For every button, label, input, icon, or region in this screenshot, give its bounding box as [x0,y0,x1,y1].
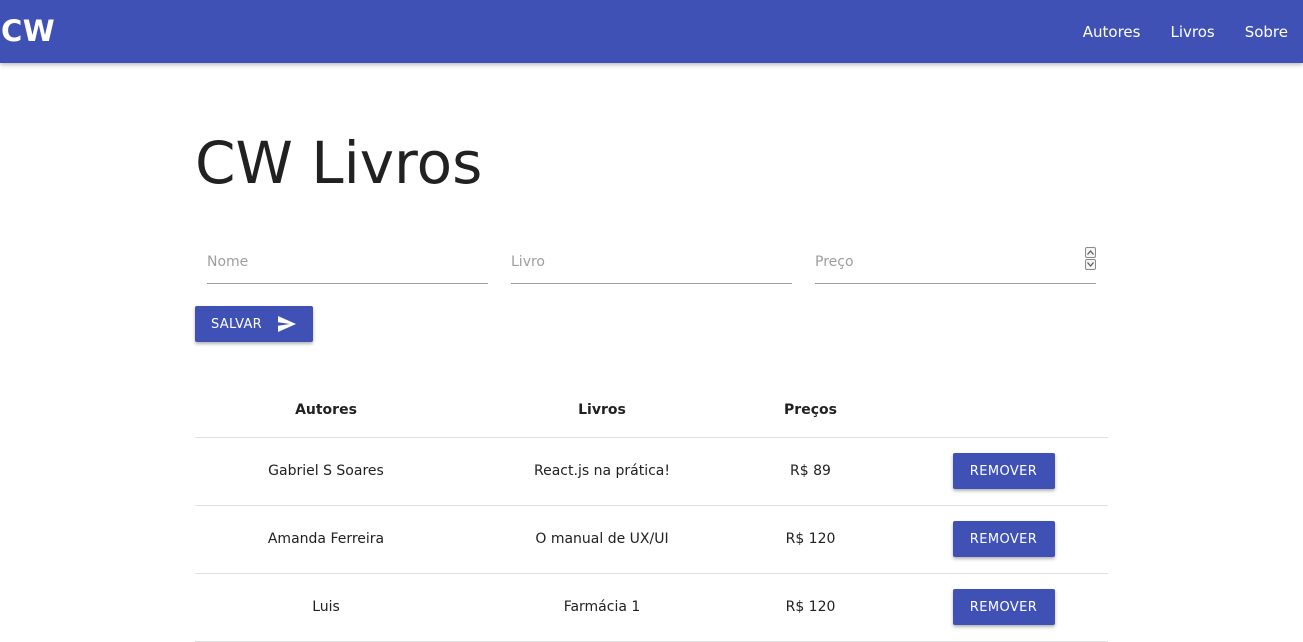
cell-action: REMOVER [874,437,1108,506]
nav-link-livros[interactable]: Livros [1170,21,1214,43]
navbar: CW Autores Livros Sobre [0,0,1303,63]
save-button[interactable]: SALVAR [195,306,313,342]
header-livros: Livros [457,380,747,438]
nav-links: Autores Livros Sobre [1083,21,1288,43]
cell-livro: O manual de UX/UI [457,505,747,574]
nome-input[interactable] [207,248,488,276]
cell-preco: R$ 120 [747,505,874,574]
page-title: CW Livros [195,129,483,197]
table-row: Gabriel S Soares React.js na prática! R$… [195,437,1108,506]
cell-livro: React.js na prática! [457,437,747,506]
nav-link-sobre[interactable]: Sobre [1245,21,1288,43]
nav-link-autores[interactable]: Autores [1083,21,1141,43]
livro-input[interactable] [511,248,792,276]
increment-button[interactable] [1085,247,1096,258]
cell-autor: Amanda Ferreira [195,505,457,574]
table-row: Amanda Ferreira O manual de UX/UI R$ 120… [195,505,1108,574]
cell-preco: R$ 120 [747,573,874,642]
save-button-label: SALVAR [211,316,262,332]
chevron-up-icon [1087,250,1094,255]
table-row: Luis Farmácia 1 R$ 120 REMOVER [195,573,1108,642]
livro-field [511,240,792,284]
brand-logo[interactable]: CW [1,13,55,49]
number-spinner [1085,247,1096,270]
send-icon [278,316,296,332]
books-table-container: Autores Livros Preços Gabriel S Soares R… [195,380,1108,642]
header-precos: Preços [747,380,874,438]
remove-button[interactable]: REMOVER [952,589,1055,625]
cell-action: REMOVER [874,505,1108,574]
cell-action: REMOVER [874,573,1108,642]
books-table: Autores Livros Preços Gabriel S Soares R… [195,380,1108,642]
cell-autor: Luis [195,573,457,642]
remove-button[interactable]: REMOVER [952,453,1055,489]
table-header-row: Autores Livros Preços [195,380,1108,438]
remove-button[interactable]: REMOVER [952,521,1055,557]
cell-autor: Gabriel S Soares [195,437,457,506]
cell-preco: R$ 89 [747,437,874,506]
header-actions [874,380,1108,438]
nome-field [207,240,488,284]
preco-input[interactable] [815,248,1096,276]
decrement-button[interactable] [1085,259,1096,270]
header-autores: Autores [195,380,457,438]
chevron-down-icon [1087,262,1094,267]
cell-livro: Farmácia 1 [457,573,747,642]
preco-field [815,240,1096,284]
